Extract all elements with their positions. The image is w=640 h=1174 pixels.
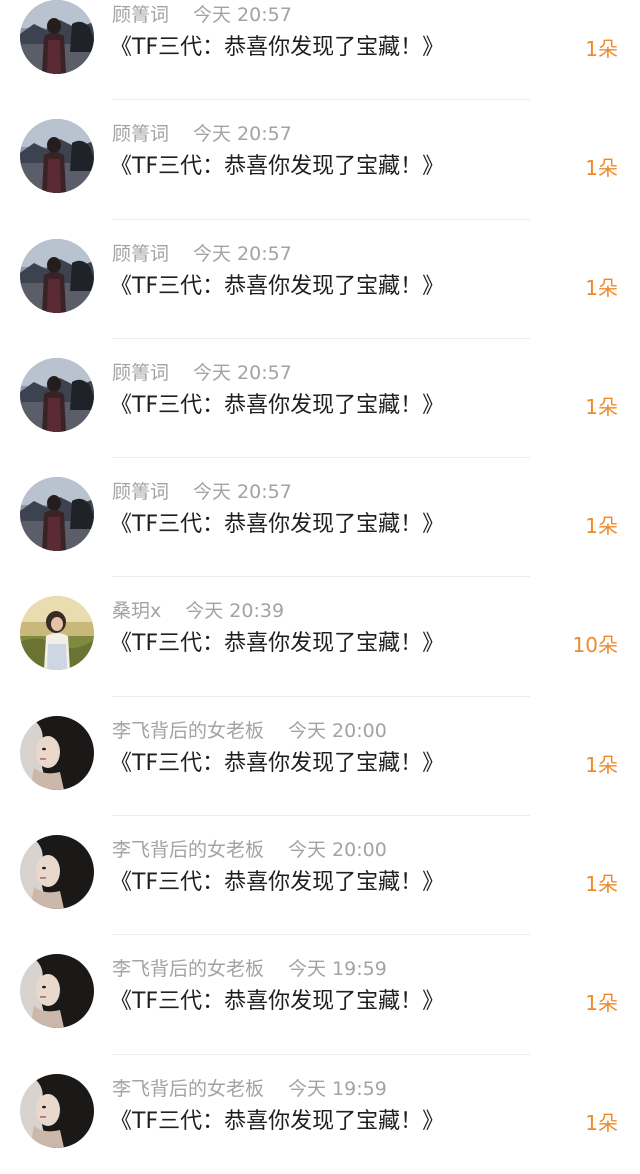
gift-time: 今天 20:57 [193, 4, 292, 26]
user-avatar[interactable] [20, 835, 94, 909]
gift-time: 今天 20:39 [185, 600, 285, 623]
user-avatar[interactable] [20, 239, 94, 313]
flower-count: 1朵 [585, 394, 618, 419]
gift-row[interactable]: 顾箐词 今天 20:57 《TF三代：恭喜你发现了宝藏！》 1朵 [0, 220, 640, 339]
flower-count: 1朵 [585, 991, 618, 1016]
gift-time: 今天 19:59 [288, 1077, 387, 1100]
flower-count: 1朵 [585, 1110, 618, 1135]
gift-time: 今天 20:57 [193, 242, 292, 265]
work-title[interactable]: 《TF三代：恭喜你发现了宝藏！》 [110, 627, 444, 661]
gift-row[interactable]: 李飞背后的女老板 今天 20:00 《TF三代：恭喜你发现了宝藏！》 1朵 [0, 816, 640, 936]
gift-row[interactable]: 李飞背后的女老板 今天 19:59 《TF三代：恭喜你发现了宝藏！》 1朵 [0, 935, 640, 1055]
user-name[interactable]: 李飞背后的女老板 [112, 1078, 264, 1100]
gift-meta: 李飞背后的女老板 今天 19:59 [112, 1075, 387, 1103]
gift-time: 今天 19:59 [288, 958, 387, 981]
user-name[interactable]: 李飞背后的女老板 [112, 720, 264, 742]
gift-meta: 顾箐词 今天 20:57 [112, 478, 292, 506]
gift-meta: 顾箐词 今天 20:57 [112, 240, 292, 268]
flower-count: 1朵 [585, 37, 618, 61]
user-avatar[interactable] [20, 954, 94, 1028]
flower-count: 10朵 [572, 633, 618, 658]
gift-meta: 李飞背后的女老板 今天 20:00 [112, 836, 387, 864]
gift-row[interactable]: 顾箐词 今天 20:57 《TF三代：恭喜你发现了宝藏！》 1朵 [0, 458, 640, 578]
user-avatar[interactable] [20, 358, 94, 432]
gift-meta: 李飞背后的女老板 今天 20:00 [112, 717, 387, 745]
work-title[interactable]: 《TF三代：恭喜你发现了宝藏！》 [110, 985, 444, 1019]
work-title[interactable]: 《TF三代：恭喜你发现了宝藏！》 [110, 270, 444, 304]
flower-count: 1朵 [585, 872, 618, 897]
gift-meta: 李飞背后的女老板 今天 19:59 [112, 955, 387, 983]
work-title[interactable]: 《TF三代：恭喜你发现了宝藏！》 [110, 866, 444, 900]
work-title[interactable]: 《TF三代：恭喜你发现了宝藏！》 [110, 31, 444, 65]
gift-row[interactable]: 桑玥x 今天 20:39 《TF三代：恭喜你发现了宝藏！》 10朵 [0, 577, 640, 697]
user-name[interactable]: 李飞背后的女老板 [112, 839, 264, 861]
gift-time: 今天 20:57 [193, 123, 292, 146]
gift-row[interactable]: 李飞背后的女老板 今天 20:00 《TF三代：恭喜你发现了宝藏！》 1朵 [0, 697, 640, 817]
work-title[interactable]: 《TF三代：恭喜你发现了宝藏！》 [110, 389, 444, 423]
work-title[interactable]: 《TF三代：恭喜你发现了宝藏！》 [110, 747, 444, 781]
user-name[interactable]: 李飞背后的女老板 [112, 958, 264, 980]
flower-count: 1朵 [585, 275, 618, 300]
work-title[interactable]: 《TF三代：恭喜你发现了宝藏！》 [110, 150, 444, 184]
gift-time: 今天 20:57 [193, 361, 292, 384]
gift-row[interactable]: 顾箐词 今天 20:57 《TF三代：恭喜你发现了宝藏！》 1朵 [0, 339, 640, 459]
gift-row[interactable]: 李飞背后的女老板 今天 19:59 《TF三代：恭喜你发现了宝藏！》 1朵 [0, 1055, 640, 1174]
user-name[interactable]: 顾箐词 [112, 4, 169, 26]
user-name[interactable]: 顾箐词 [112, 123, 169, 145]
gift-row[interactable]: 顾箐词 今天 20:57 《TF三代：恭喜你发现了宝藏！》 1朵 [0, 0, 640, 101]
gift-meta: 顾箐词 今天 20:57 [112, 1, 292, 29]
user-avatar[interactable] [20, 477, 94, 551]
flower-count: 1朵 [585, 752, 618, 777]
user-avatar[interactable] [20, 119, 94, 193]
user-name[interactable]: 顾箐词 [112, 481, 169, 503]
gift-time: 今天 20:00 [288, 719, 387, 742]
gift-list: 顾箐词 今天 20:57 《TF三代：恭喜你发现了宝藏！》 1朵 顾箐词 今天 20… [0, 0, 640, 1174]
user-avatar[interactable] [20, 596, 94, 670]
gift-meta: 桑玥x 今天 20:39 [112, 597, 284, 625]
gift-meta: 顾箐词 今天 20:57 [112, 120, 292, 148]
user-name[interactable]: 桑玥x [112, 600, 161, 622]
flower-count: 1朵 [585, 514, 618, 539]
gift-time: 今天 20:00 [288, 839, 387, 862]
user-name[interactable]: 顾箐词 [112, 362, 169, 384]
user-name[interactable]: 顾箐词 [112, 243, 169, 265]
work-title[interactable]: 《TF三代：恭喜你发现了宝藏！》 [110, 1105, 444, 1139]
user-avatar[interactable] [20, 1074, 94, 1148]
gift-meta: 顾箐词 今天 20:57 [112, 359, 292, 387]
gift-time: 今天 20:57 [193, 481, 292, 504]
work-title[interactable]: 《TF三代：恭喜你发现了宝藏！》 [110, 508, 444, 542]
flower-count: 1朵 [585, 156, 618, 181]
user-avatar[interactable] [20, 716, 94, 790]
user-avatar[interactable] [20, 0, 94, 74]
gift-row[interactable]: 顾箐词 今天 20:57 《TF三代：恭喜你发现了宝藏！》 1朵 [0, 100, 640, 220]
